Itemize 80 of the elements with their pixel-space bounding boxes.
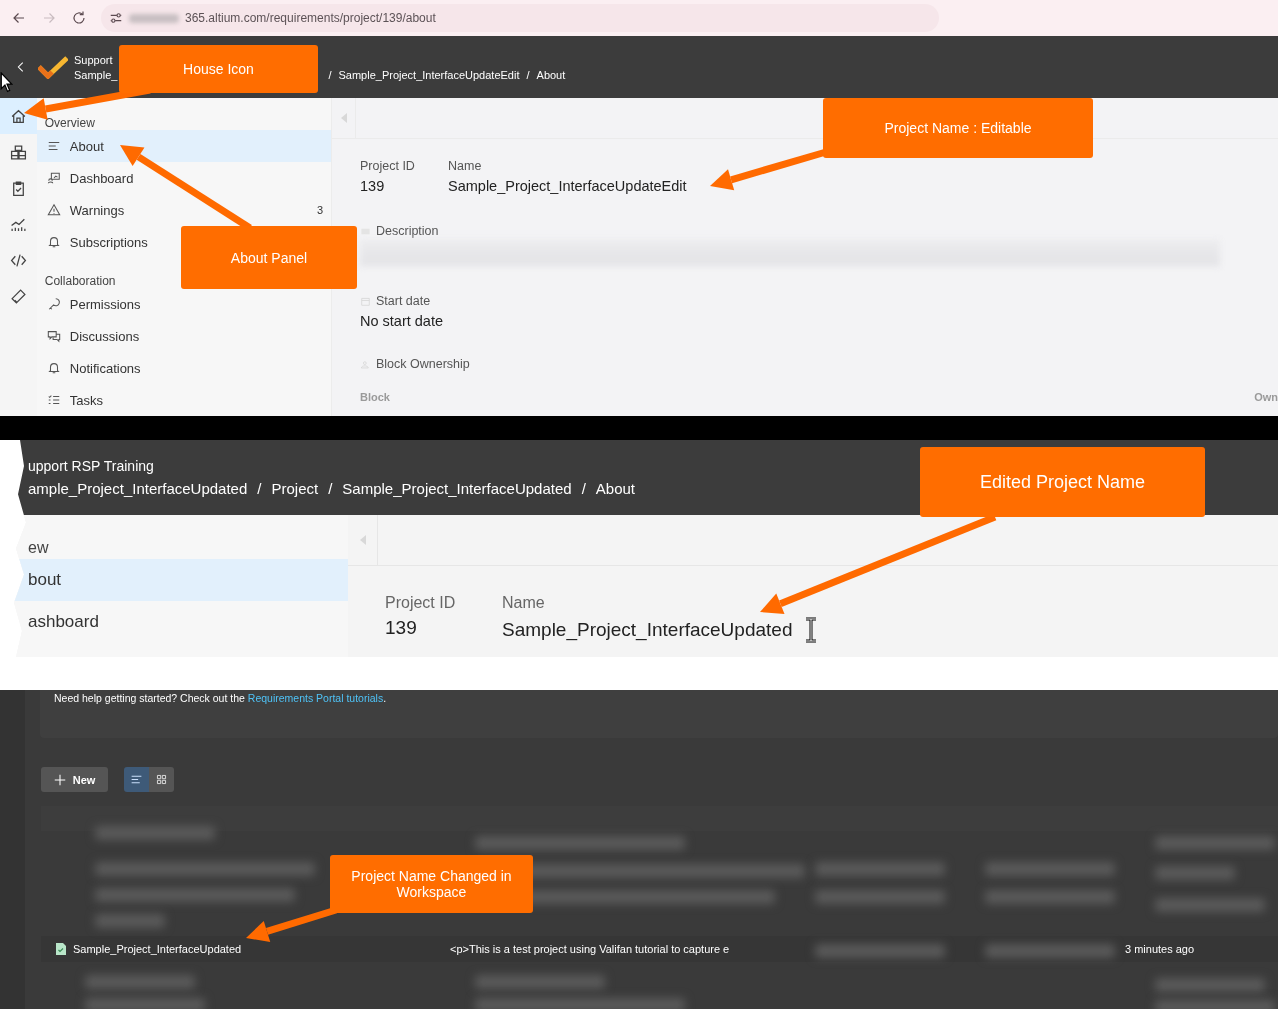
url-text: 365.altium.com/requirements/project/139/about [185,11,436,25]
tool-icon [9,287,27,305]
caret-left-icon [358,534,367,546]
key-icon [46,297,61,312]
blurred-text [95,914,165,928]
sidebar-item[interactable]: ashboard [10,601,348,643]
bell-icon [46,235,61,250]
breadcrumb-link[interactable]: ample_Project_InterfaceUpdated [28,480,248,497]
code-icon [9,251,27,269]
people-icon [360,358,371,370]
section-title: Collaboration [43,274,117,289]
breadcrumb-link[interactable]: About [536,68,566,81]
section-title: ew [27,539,50,558]
breadcrumb-separator: / [526,68,530,81]
breadcrumb-separator: / [257,480,262,497]
callout-label: House Icon [119,45,318,93]
plus-icon [53,773,66,786]
field-label: Name [502,594,546,612]
sidebar-item[interactable]: Notifications [36,352,151,385]
project-name: Sample_Project_InterfaceUpdated [73,943,243,955]
breadcrumb-separator: / [581,480,586,497]
site-settings-icon [109,11,123,25]
bell-icon [46,361,61,376]
reload-icon [70,10,87,26]
field-label: Start date [376,294,431,308]
sidebar-item[interactable]: About [36,130,331,163]
breadcrumb-link[interactable]: Sample_ [74,68,118,81]
breadcrumb-link[interactable]: About [595,480,636,497]
start-date-value: No start date [360,313,444,329]
file-icon [55,942,67,956]
sidebar-item[interactable]: Permissions [36,288,151,321]
workspace-name: upport RSP Training [28,458,155,474]
callout-label: Project Name Changed in Workspace [330,855,533,913]
address-bar[interactable]: 365.altium.com/requirements/project/139/about [101,4,939,32]
list-view-button[interactable] [124,767,149,792]
text-cursor-icon [804,617,819,643]
field-label: Description [376,224,439,238]
lines-icon [130,773,143,786]
home-icon [9,107,27,125]
grid-view-button[interactable] [149,767,174,792]
field-label: Project ID [385,594,457,612]
count-label: 3 [316,204,323,217]
callout-label: About Panel [181,226,357,289]
grid-icon [155,773,168,786]
column-header: Block [360,391,390,403]
breadcrumb-link[interactable]: Sample_Project_InterfaceUpdated [342,480,572,497]
breadcrumb-separator: / [328,480,333,497]
field-label: Name [448,159,483,173]
sidebar-item[interactable]: Subscriptions [36,226,158,258]
breadcrumb-separator: / [328,68,332,81]
chat-icon [46,329,61,344]
section-title: Overview [43,116,96,131]
warning-icon [46,203,61,218]
sidebar-item[interactable]: Warnings 3 [36,194,331,227]
help-text: Need help getting started? Check out the Requirements Portal tutorials. [54,692,387,706]
breadcrumb-link[interactable]: Project [271,480,319,497]
column-header: Own [1254,391,1278,403]
modified-time: 3 minutes ago [1125,943,1195,955]
field-label: Project ID [360,159,416,173]
project-name-field[interactable]: Sample_Project_InterfaceUpdated [502,619,793,641]
workspace-name: Support [74,53,114,66]
components-icon [9,143,27,161]
callout-label: Edited Project Name [920,447,1205,517]
sidebar-item[interactable]: Discussions [36,320,150,353]
project-id-value: 139 [360,178,386,194]
caret-left-icon [339,112,348,124]
new-button[interactable]: New [41,767,108,792]
project-id-value: 139 [385,617,418,639]
breadcrumb-link[interactable]: Sample_Project_InterfaceUpdateEdit [338,68,520,81]
callout-label: Project Name : Editable [823,98,1093,158]
calendar-icon [360,295,371,307]
home-nav-button[interactable] [0,98,37,134]
field-label: Block Ownership [376,357,470,371]
checkmark-logo-icon [38,55,68,79]
project-name-field[interactable]: Sample_Project_InterfaceUpdateEdit [448,178,687,194]
sidebar-item[interactable]: Dashboard [36,162,144,195]
blurred-text [129,13,179,23]
dashboard-icon [46,171,61,186]
sidebar-item[interactable]: Tasks [36,384,113,416]
pointer-cursor-icon [0,72,13,93]
